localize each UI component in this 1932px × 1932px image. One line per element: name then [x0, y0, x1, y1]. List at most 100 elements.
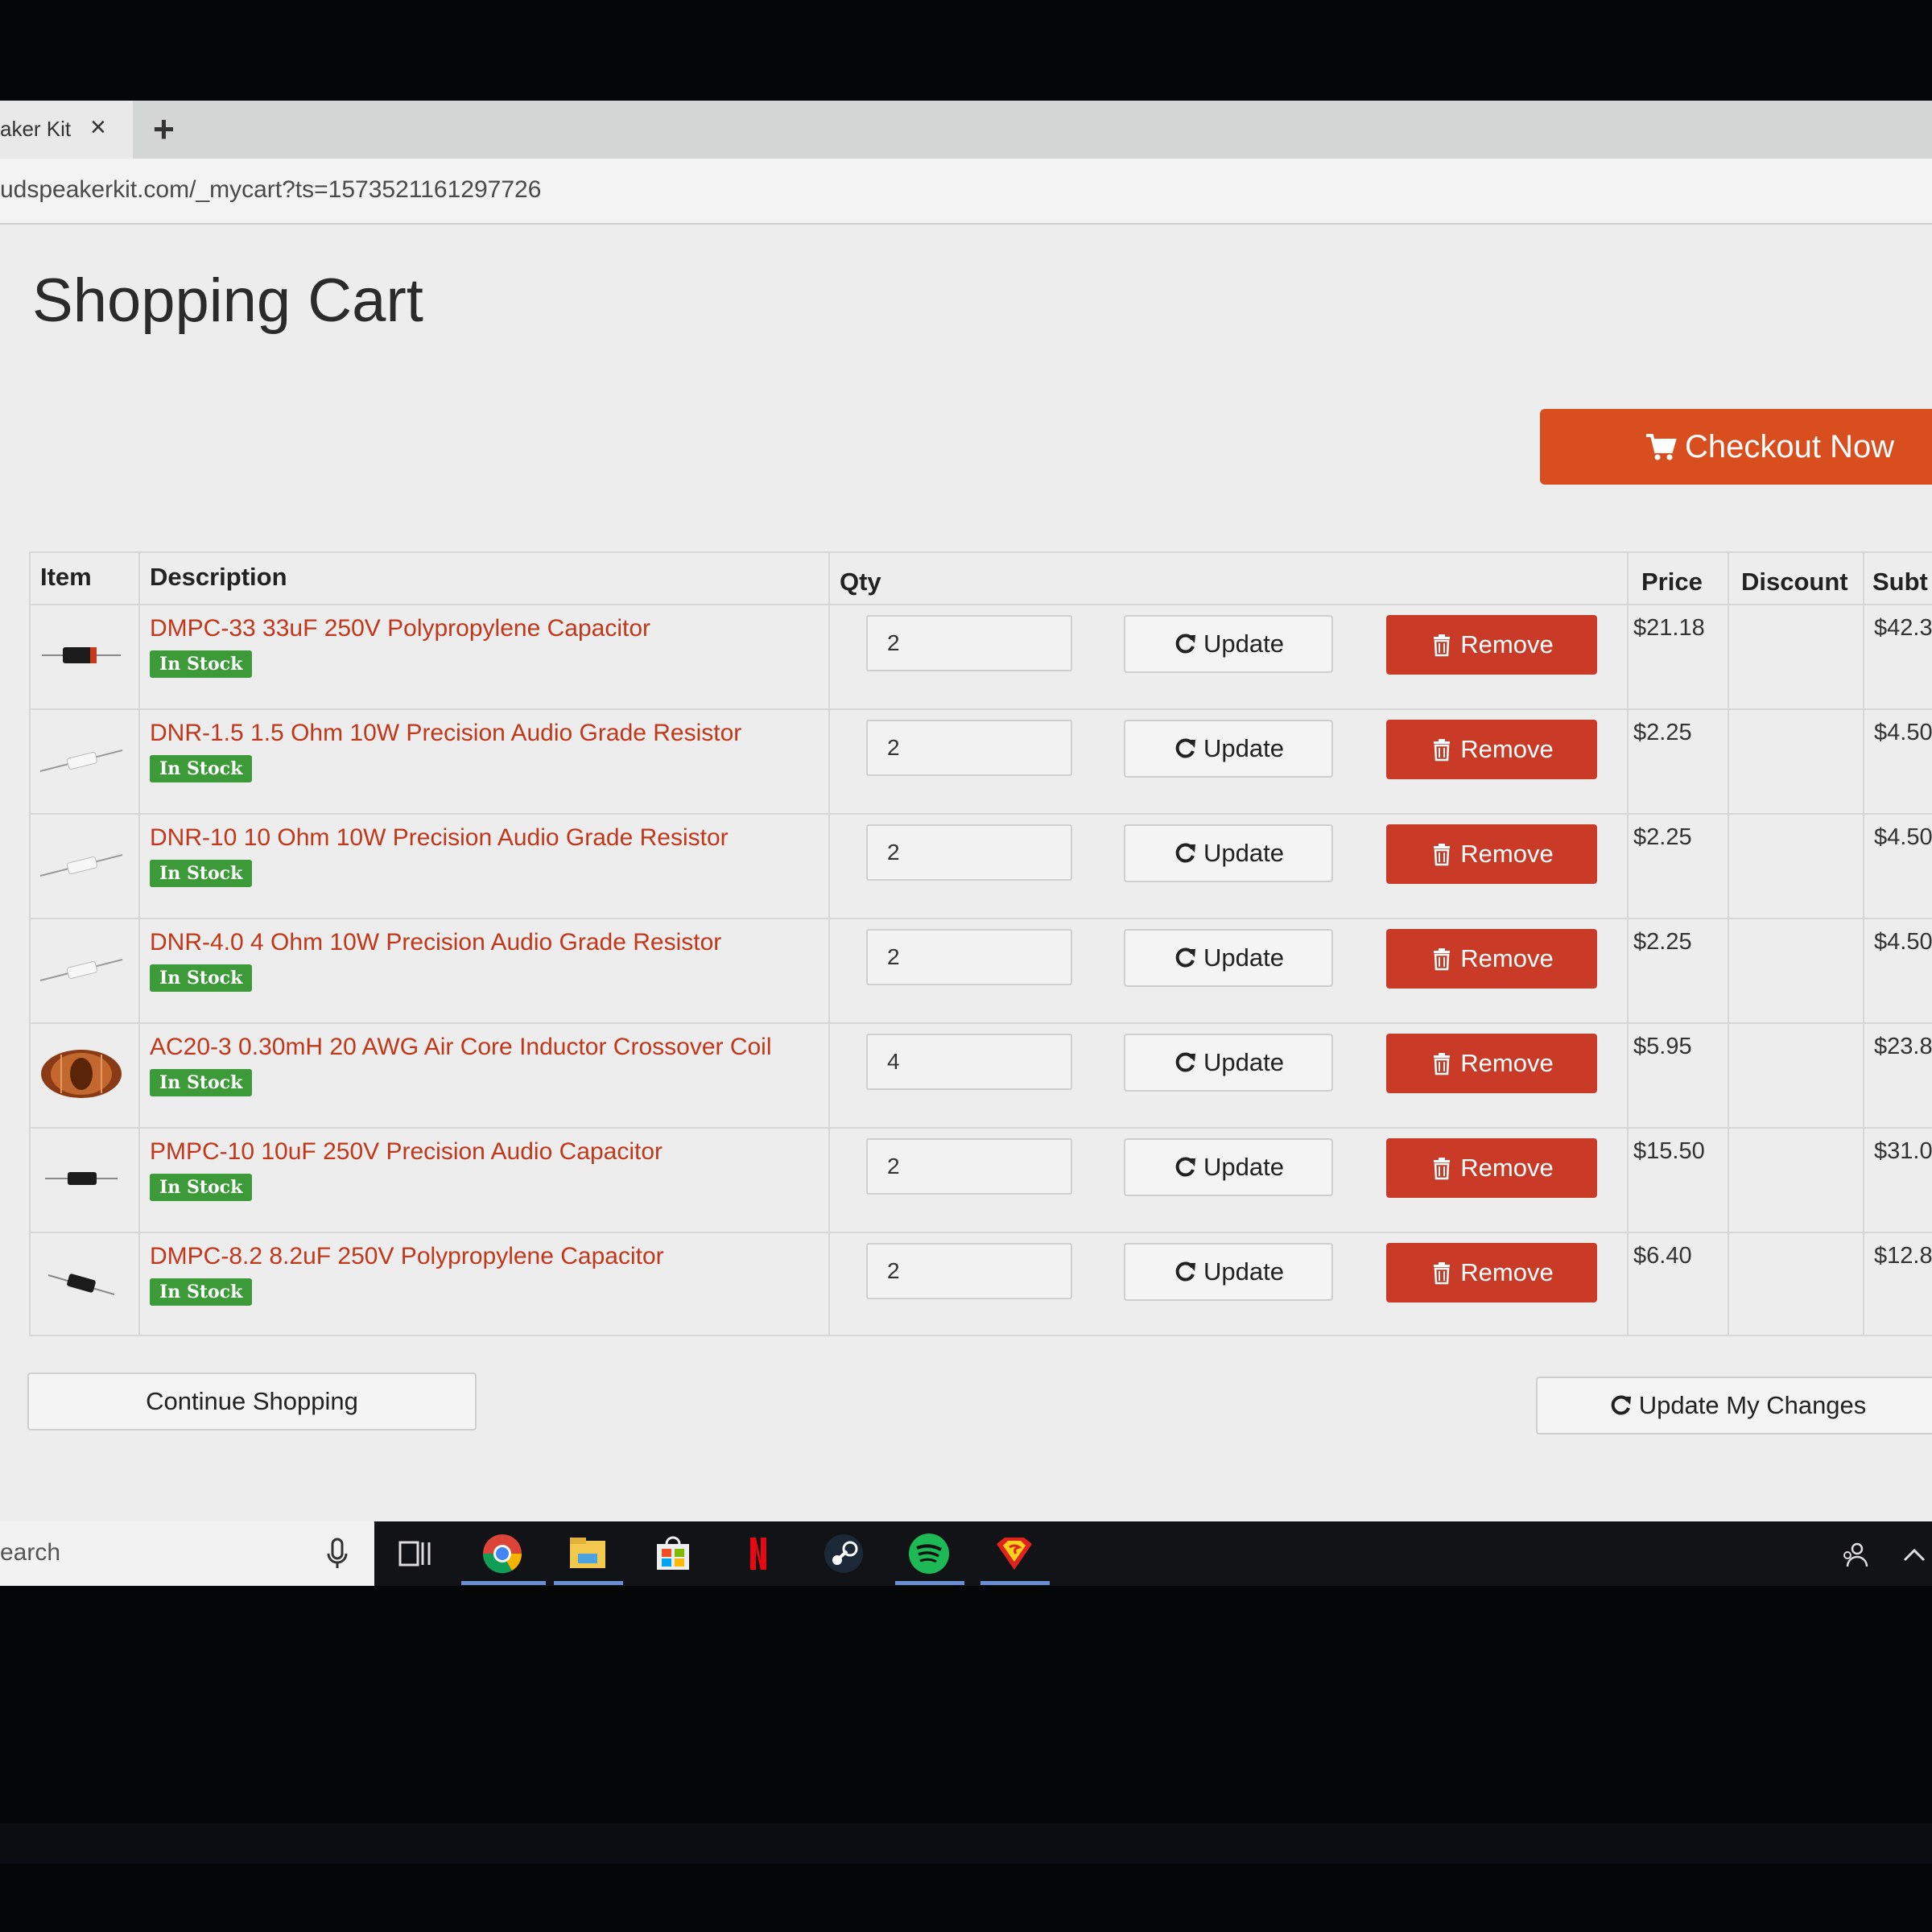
resistor-thumbnail	[39, 749, 123, 772]
trash-icon	[1434, 739, 1451, 762]
active-app-indicator	[554, 1581, 623, 1585]
product-link[interactable]: DNR-10 10 Ohm 10W Precision Audio Grade …	[150, 824, 729, 852]
update-label: Update	[1203, 839, 1284, 867]
browser-window: aker Kit × + udspeakerkit.com/_mycart?ts…	[0, 101, 1932, 1586]
table-row: DNR-4.0 4 Ohm 10W Precision Audio Grade …	[29, 918, 1932, 1022]
refresh-icon	[1175, 1052, 1196, 1072]
in-stock-badge: In Stock	[150, 1069, 253, 1096]
subtotal-cell: $42.3	[1874, 615, 1932, 641]
update-button[interactable]: Update	[1124, 929, 1333, 987]
product-link[interactable]: AC20-3 0.30mH 20 AWG Air Core Inductor C…	[150, 1034, 772, 1061]
update-label: Update	[1203, 734, 1284, 762]
update-button[interactable]: Update	[1124, 1138, 1333, 1196]
update-label: Update	[1203, 943, 1284, 972]
chrome-icon[interactable]	[480, 1531, 525, 1576]
file-explorer-icon[interactable]	[565, 1531, 610, 1576]
table-row: DNR-1.5 1.5 Ohm 10W Precision Audio Grad…	[29, 708, 1932, 813]
quantity-input[interactable]: 2	[866, 824, 1072, 881]
update-my-changes-label: Update My Changes	[1638, 1391, 1867, 1419]
trash-icon	[1434, 948, 1451, 971]
refresh-icon	[1611, 1395, 1631, 1415]
continue-shopping-button[interactable]: Continue Shopping	[27, 1373, 477, 1430]
update-button[interactable]: Update	[1124, 824, 1333, 882]
update-button[interactable]: Update	[1124, 1034, 1333, 1092]
update-button[interactable]: Update	[1124, 615, 1333, 673]
steam-icon[interactable]	[821, 1531, 866, 1576]
quantity-input[interactable]: 4	[866, 1034, 1072, 1090]
active-app-indicator	[980, 1581, 1050, 1585]
cart-icon	[1646, 434, 1677, 460]
table-row: DMPC-8.2 8.2uF 250V Polypropylene Capaci…	[29, 1232, 1932, 1336]
quantity-input[interactable]: 2	[866, 929, 1072, 985]
cart-table: Item Description Qty Price Discount Subt…	[29, 551, 1932, 1336]
in-stock-badge: In Stock	[150, 1174, 253, 1201]
microphone-icon[interactable]	[326, 1538, 349, 1570]
store-icon[interactable]	[650, 1531, 696, 1576]
header-price: Price	[1641, 568, 1703, 596]
remove-button[interactable]: Remove	[1386, 1138, 1597, 1198]
remove-button[interactable]: Remove	[1386, 929, 1597, 989]
product-link[interactable]: DNR-1.5 1.5 Ohm 10W Precision Audio Grad…	[150, 720, 741, 747]
remove-label: Remove	[1460, 1049, 1554, 1077]
new-tab-button[interactable]: +	[153, 107, 175, 151]
active-app-indicator	[461, 1581, 546, 1585]
close-icon[interactable]: ×	[90, 112, 106, 143]
update-button[interactable]: Update	[1124, 720, 1333, 778]
update-label: Update	[1203, 630, 1284, 658]
resistor-thumbnail	[39, 854, 123, 877]
header-discount: Discount	[1741, 568, 1848, 596]
capacitor-thumbnail	[45, 1172, 118, 1185]
chevron-up-icon[interactable]	[1898, 1539, 1930, 1571]
trash-icon	[1434, 1262, 1451, 1285]
price-cell: $6.40	[1633, 1243, 1692, 1269]
remove-button[interactable]: Remove	[1386, 824, 1597, 884]
remove-button[interactable]: Remove	[1386, 615, 1597, 675]
netflix-icon[interactable]	[736, 1531, 781, 1576]
subtotal-cell: $12.8	[1874, 1243, 1932, 1269]
refresh-icon	[1175, 634, 1196, 654]
remove-label: Remove	[1460, 735, 1554, 763]
browser-tab[interactable]: aker Kit ×	[0, 101, 133, 159]
update-button[interactable]: Update	[1124, 1243, 1333, 1301]
remove-button[interactable]: Remove	[1386, 1243, 1597, 1302]
spotify-icon[interactable]	[906, 1531, 952, 1576]
refresh-icon	[1175, 843, 1196, 863]
product-link[interactable]: DMPC-8.2 8.2uF 250V Polypropylene Capaci…	[150, 1243, 664, 1270]
monitor-bezel	[0, 1823, 1932, 1864]
remove-button[interactable]: Remove	[1386, 1034, 1597, 1093]
trash-icon	[1434, 844, 1451, 866]
superman-icon[interactable]	[992, 1531, 1037, 1576]
checkout-now-button[interactable]: Checkout Now	[1540, 409, 1932, 485]
inductor-coil-thumbnail	[41, 1050, 122, 1098]
subtotal-cell: $4.50	[1874, 824, 1932, 850]
table-row: AC20-3 0.30mH 20 AWG Air Core Inductor C…	[29, 1022, 1932, 1127]
table-row: DMPC-33 33uF 250V Polypropylene Capacito…	[29, 604, 1932, 708]
trash-icon	[1434, 634, 1451, 657]
update-label: Update	[1203, 1257, 1284, 1286]
task-view-icon[interactable]	[392, 1531, 437, 1576]
url-text[interactable]: udspeakerkit.com/_mycart?ts=157352116129…	[0, 176, 541, 204]
price-cell: $2.25	[1633, 720, 1692, 745]
quantity-input[interactable]: 2	[866, 1243, 1072, 1299]
price-cell: $15.50	[1633, 1138, 1705, 1164]
product-link[interactable]: DNR-4.0 4 Ohm 10W Precision Audio Grade …	[150, 929, 721, 956]
quantity-input[interactable]: 2	[866, 1138, 1072, 1195]
price-cell: $2.25	[1633, 824, 1692, 850]
taskbar-search[interactable]: earch	[0, 1521, 374, 1586]
quantity-input[interactable]: 2	[866, 720, 1072, 776]
table-row: PMPC-10 10uF 250V Precision Audio Capaci…	[29, 1127, 1932, 1232]
trash-icon	[1434, 1053, 1451, 1075]
active-app-indicator	[895, 1581, 964, 1585]
product-link[interactable]: PMPC-10 10uF 250V Precision Audio Capaci…	[150, 1138, 663, 1166]
search-placeholder: earch	[0, 1539, 61, 1566]
people-icon[interactable]	[1838, 1539, 1870, 1571]
remove-label: Remove	[1460, 944, 1554, 972]
continue-shopping-label: Continue Shopping	[146, 1387, 358, 1415]
remove-button[interactable]: Remove	[1386, 720, 1597, 779]
table-border	[29, 551, 1932, 553]
quantity-input[interactable]: 2	[866, 615, 1072, 671]
price-cell: $2.25	[1633, 929, 1692, 955]
product-link[interactable]: DMPC-33 33uF 250V Polypropylene Capacito…	[150, 615, 650, 642]
update-my-changes-button[interactable]: Update My Changes	[1536, 1377, 1932, 1435]
in-stock-badge: In Stock	[150, 964, 253, 992]
